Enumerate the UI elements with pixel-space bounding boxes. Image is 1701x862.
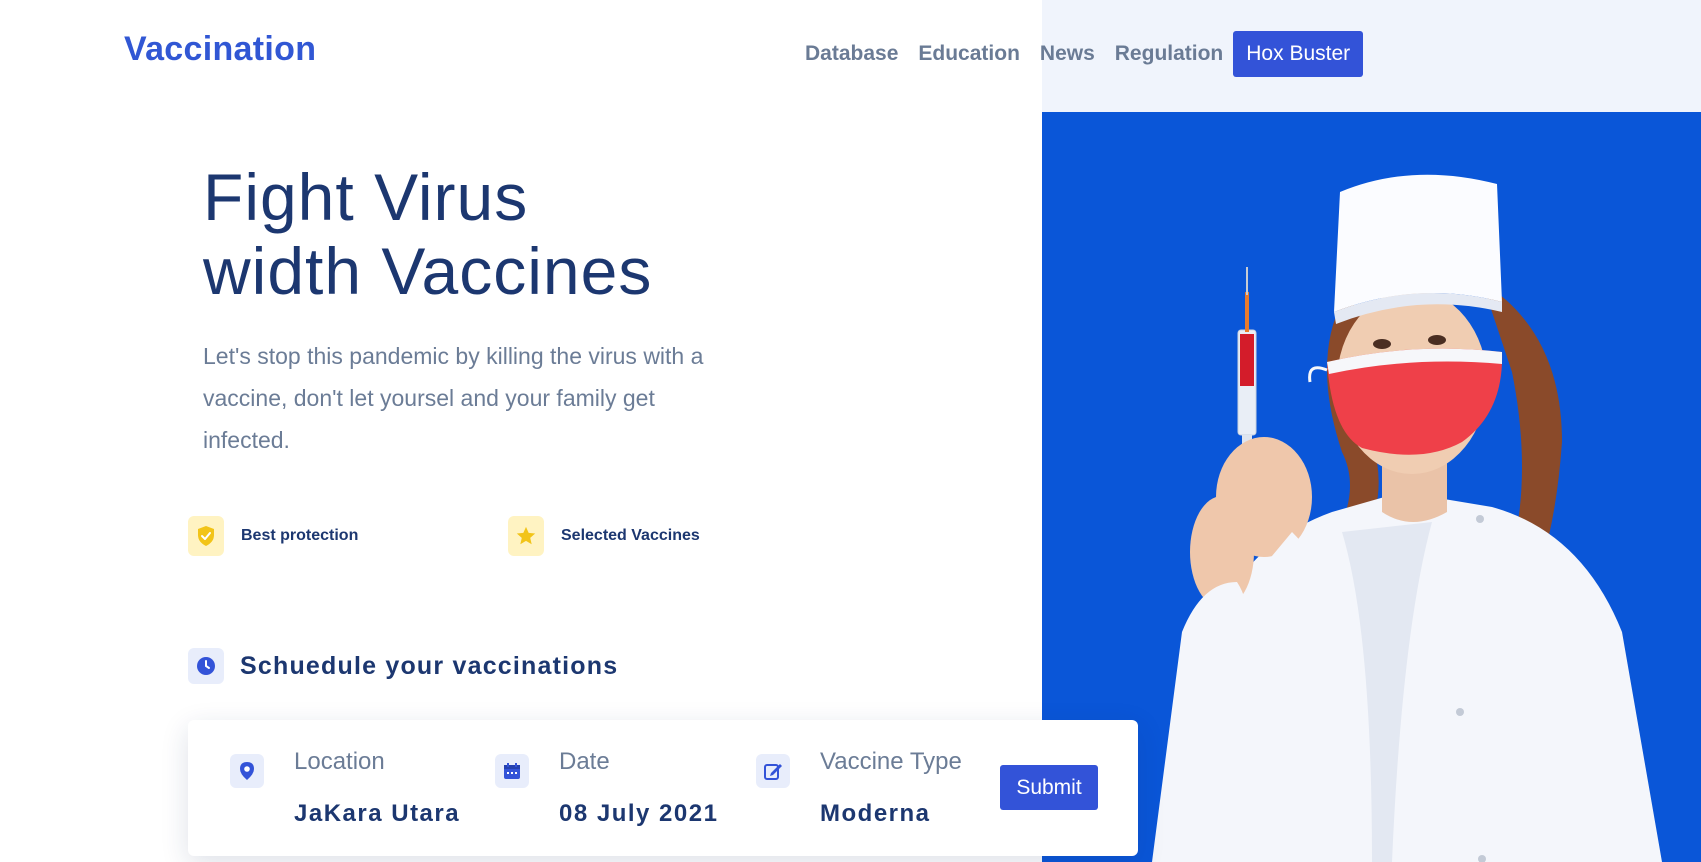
clock-icon	[188, 648, 224, 684]
submit-button[interactable]: Submit	[1000, 765, 1098, 810]
nav-item-regulation[interactable]: Regulation	[1115, 42, 1224, 66]
nav-item-database[interactable]: Database	[805, 42, 898, 66]
location-label: Location	[294, 748, 385, 775]
location-value[interactable]: JaKara Utara	[294, 800, 460, 828]
shield-check-icon	[188, 516, 224, 556]
feature-selected-vaccines: Selected Vaccines	[508, 516, 700, 556]
calendar-icon	[495, 754, 529, 788]
schedule-heading: Schuedule your vaccinations	[188, 648, 618, 684]
schedule-title: Schuedule your vaccinations	[240, 651, 619, 680]
map-pin-icon	[230, 754, 264, 788]
hero-headline: Fight Virus width Vaccines	[203, 160, 652, 308]
vaccination-schedule-form: Location JaKara Utara Date 08 July 2021 …	[188, 720, 1138, 856]
hox-buster-button[interactable]: Hox Buster	[1233, 31, 1364, 77]
date-value[interactable]: 08 July 2021	[559, 800, 718, 828]
vaccine-type-value[interactable]: Moderna	[820, 800, 931, 828]
date-label: Date	[559, 748, 610, 775]
vaccine-type-label: Vaccine Type	[820, 748, 962, 775]
headline-line-2: width Vaccines	[203, 234, 653, 308]
star-icon	[508, 516, 544, 556]
headline-line-1: Fight Virus	[203, 160, 529, 234]
nurse-illustration	[1152, 174, 1662, 862]
hero-lead-text: Let's stop this pandemic by killing the …	[203, 343, 704, 453]
feature-label: Selected Vaccines	[561, 527, 700, 544]
brand-logo[interactable]: Vaccination	[124, 30, 316, 69]
hero-photo-nurse-with-syringe	[1042, 112, 1701, 862]
feature-best-protection: Best protection	[188, 516, 358, 556]
nav-item-education[interactable]: Education	[918, 42, 1020, 66]
feature-label: Best protection	[241, 527, 359, 544]
edit-icon	[756, 754, 790, 788]
nav-item-news[interactable]: News	[1040, 42, 1095, 66]
main-nav: Database Education News Regulation Hox B…	[805, 31, 1364, 77]
